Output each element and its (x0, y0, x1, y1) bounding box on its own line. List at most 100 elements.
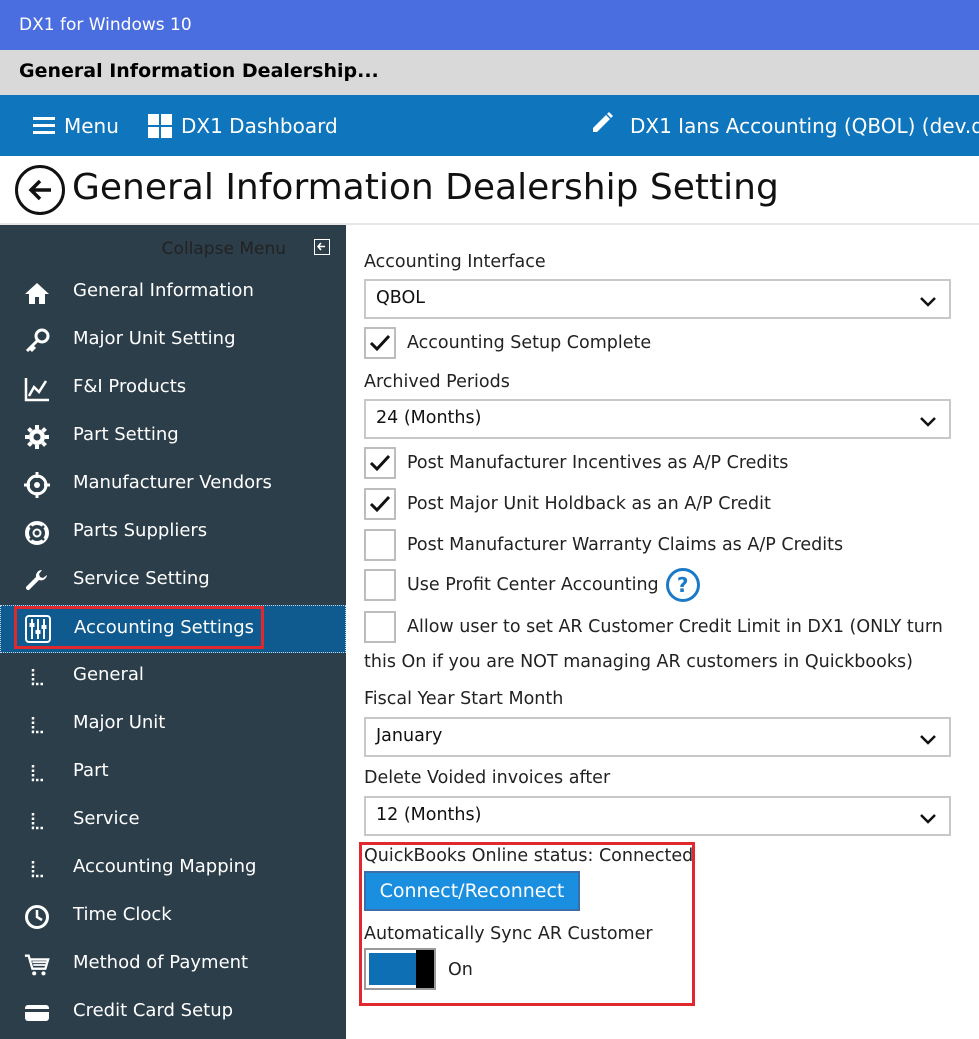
post-warranty-row[interactable]: Post Manufacturer Warranty Claims as A/P… (364, 528, 843, 562)
app-bar: Menu DX1 Dashboard DX1 Ians Accounting (… (0, 95, 979, 156)
fiscal-year-value: January (376, 726, 443, 746)
dashboard-icon (148, 113, 172, 138)
sidebar-item-fi-products[interactable]: F&I Products (0, 364, 346, 412)
post-holdback-checkbox[interactable] (364, 488, 396, 520)
post-incentives-label: Post Manufacturer Incentives as A/P Cred… (407, 453, 789, 473)
credit-limit-checkbox[interactable] (364, 611, 396, 643)
credit-limit-label: Allow user to set AR Customer Credit Lim… (407, 617, 943, 637)
profit-center-row[interactable]: Use Profit Center Accounting ? (364, 568, 700, 602)
post-incentives-checkbox[interactable] (364, 447, 396, 479)
window-title-bar: DX1 for Windows 10 (0, 0, 979, 50)
sidebar-item-major-unit-setting[interactable]: Major Unit Setting (0, 316, 346, 364)
setup-complete-checkbox[interactable] (364, 327, 396, 359)
profit-center-checkbox[interactable] (364, 569, 396, 601)
sidebar-item-label: Manufacturer Vendors (73, 472, 272, 493)
sidebar-item-label: Service (73, 808, 140, 829)
subitem-icon (24, 664, 50, 690)
window-title: DX1 for Windows 10 (19, 15, 192, 35)
post-warranty-checkbox[interactable] (364, 529, 396, 561)
sidebar-item-label: Time Clock (73, 904, 172, 925)
auto-sync-toggle[interactable] (364, 948, 436, 990)
menu-button[interactable]: Menu (33, 95, 119, 156)
sidebar-item-accounting-mapping[interactable]: Accounting Mapping (0, 844, 346, 892)
pencil-icon (590, 111, 614, 140)
collapse-icon (314, 239, 330, 255)
highlight-accounting-settings (14, 606, 264, 649)
sidebar-item-service-setting[interactable]: Service Setting (0, 556, 346, 604)
crosshair-icon (24, 472, 50, 498)
account-label: DX1 Ians Accounting (QBOL) (dev.dx1 (630, 113, 979, 138)
sidebar-item-label: Service Setting (73, 568, 210, 589)
lifebuoy-icon (24, 520, 50, 546)
credit-limit-label-continued: this On if you are NOT managing AR custo… (364, 652, 913, 672)
sidebar-item-part[interactable]: Part (0, 748, 346, 796)
sidebar-item-service[interactable]: Service (0, 796, 346, 844)
sidebar-item-general-information[interactable]: General Information (0, 268, 346, 316)
dashboard-button[interactable]: DX1 Dashboard (148, 95, 338, 156)
back-button[interactable] (15, 165, 65, 215)
wrench-icon (24, 568, 50, 594)
sidebar-item-label: General Information (73, 280, 254, 301)
sidebar-item-major-unit[interactable]: Major Unit (0, 700, 346, 748)
archived-periods-select[interactable]: 24 (Months) (364, 399, 951, 439)
sidebar-item-label: Part Setting (73, 424, 179, 445)
credit-limit-row[interactable]: Allow user to set AR Customer Credit Lim… (364, 610, 943, 644)
fiscal-year-label: Fiscal Year Start Month (364, 689, 564, 709)
subitem-icon (24, 808, 50, 834)
back-arrow-icon (28, 179, 51, 201)
sidebar-item-label: Part (73, 760, 109, 781)
sidebar-item-label: Accounting Mapping (73, 856, 257, 877)
post-holdback-row[interactable]: Post Major Unit Holdback as an A/P Credi… (364, 487, 771, 521)
setup-complete-label: Accounting Setup Complete (407, 333, 652, 353)
sidebar-item-label: Parts Suppliers (73, 520, 208, 541)
chevron-down-icon (919, 413, 937, 433)
sidebar-item-label: Method of Payment (73, 952, 249, 973)
sidebar-item-label: Major Unit Setting (73, 328, 236, 349)
clock-icon (24, 904, 50, 930)
sidebar-item-label: F&I Products (73, 376, 187, 397)
profit-center-label: Use Profit Center Accounting (407, 575, 659, 595)
sidebar-item-method-of-payment[interactable]: Method of Payment (0, 940, 346, 988)
subitem-icon (24, 856, 50, 882)
archived-periods-label: Archived Periods (364, 372, 510, 392)
window-subtitle-bar: General Information Dealership... (0, 50, 979, 95)
subitem-icon (24, 760, 50, 786)
sidebar-item-manufacturer-vendors[interactable]: Manufacturer Vendors (0, 460, 346, 508)
sidebar: Collapse Menu General Information Major … (0, 225, 346, 1039)
sidebar-item-part-setting[interactable]: Part Setting (0, 412, 346, 460)
accounting-interface-label: Accounting Interface (364, 252, 546, 272)
post-incentives-row[interactable]: Post Manufacturer Incentives as A/P Cred… (364, 446, 788, 480)
fiscal-year-select[interactable]: January (364, 717, 951, 757)
toggle-track (369, 953, 417, 985)
delete-voided-value: 12 (Months) (376, 805, 482, 825)
post-warranty-label: Post Manufacturer Warranty Claims as A/P… (407, 535, 844, 555)
post-holdback-label: Post Major Unit Holdback as an A/P Credi… (407, 494, 771, 514)
archived-periods-value: 24 (Months) (376, 408, 482, 428)
chart-icon (24, 376, 50, 402)
gear-icon (24, 424, 50, 450)
accounting-interface-select[interactable]: QBOL (364, 279, 951, 319)
sidebar-item-label: General (73, 664, 144, 685)
hamburger-icon (33, 116, 55, 135)
sidebar-item-time-clock[interactable]: Time Clock (0, 892, 346, 940)
sidebar-item-credit-card-setup[interactable]: Credit Card Setup (0, 988, 346, 1036)
setup-complete-row[interactable]: Accounting Setup Complete (364, 326, 651, 360)
auto-sync-state: On (448, 960, 473, 980)
qbo-status: QuickBooks Online status: Connected (364, 846, 694, 866)
account-button[interactable]: DX1 Ians Accounting (QBOL) (dev.dx1 (590, 95, 979, 156)
page-title: General Information Dealership Setting (72, 167, 779, 208)
delete-voided-select[interactable]: 12 (Months) (364, 796, 951, 836)
menu-label: Menu (64, 113, 119, 138)
help-icon[interactable]: ? (665, 568, 700, 602)
sidebar-item-label: Credit Card Setup (73, 1000, 234, 1021)
collapse-menu-button[interactable]: Collapse Menu (0, 225, 346, 269)
sidebar-item-label: Major Unit (73, 712, 166, 733)
sidebar-item-general[interactable]: General (0, 652, 346, 700)
auto-sync-label: Automatically Sync AR Customer (364, 924, 653, 944)
settings-form: Accounting Interface QBOL Accounting Set… (346, 225, 979, 1039)
key-icon (24, 328, 50, 354)
sidebar-item-parts-suppliers[interactable]: Parts Suppliers (0, 508, 346, 556)
connect-reconnect-button[interactable]: Connect/Reconnect (364, 871, 580, 911)
cart-icon (24, 952, 50, 978)
delete-voided-label: Delete Voided invoices after (364, 768, 611, 788)
